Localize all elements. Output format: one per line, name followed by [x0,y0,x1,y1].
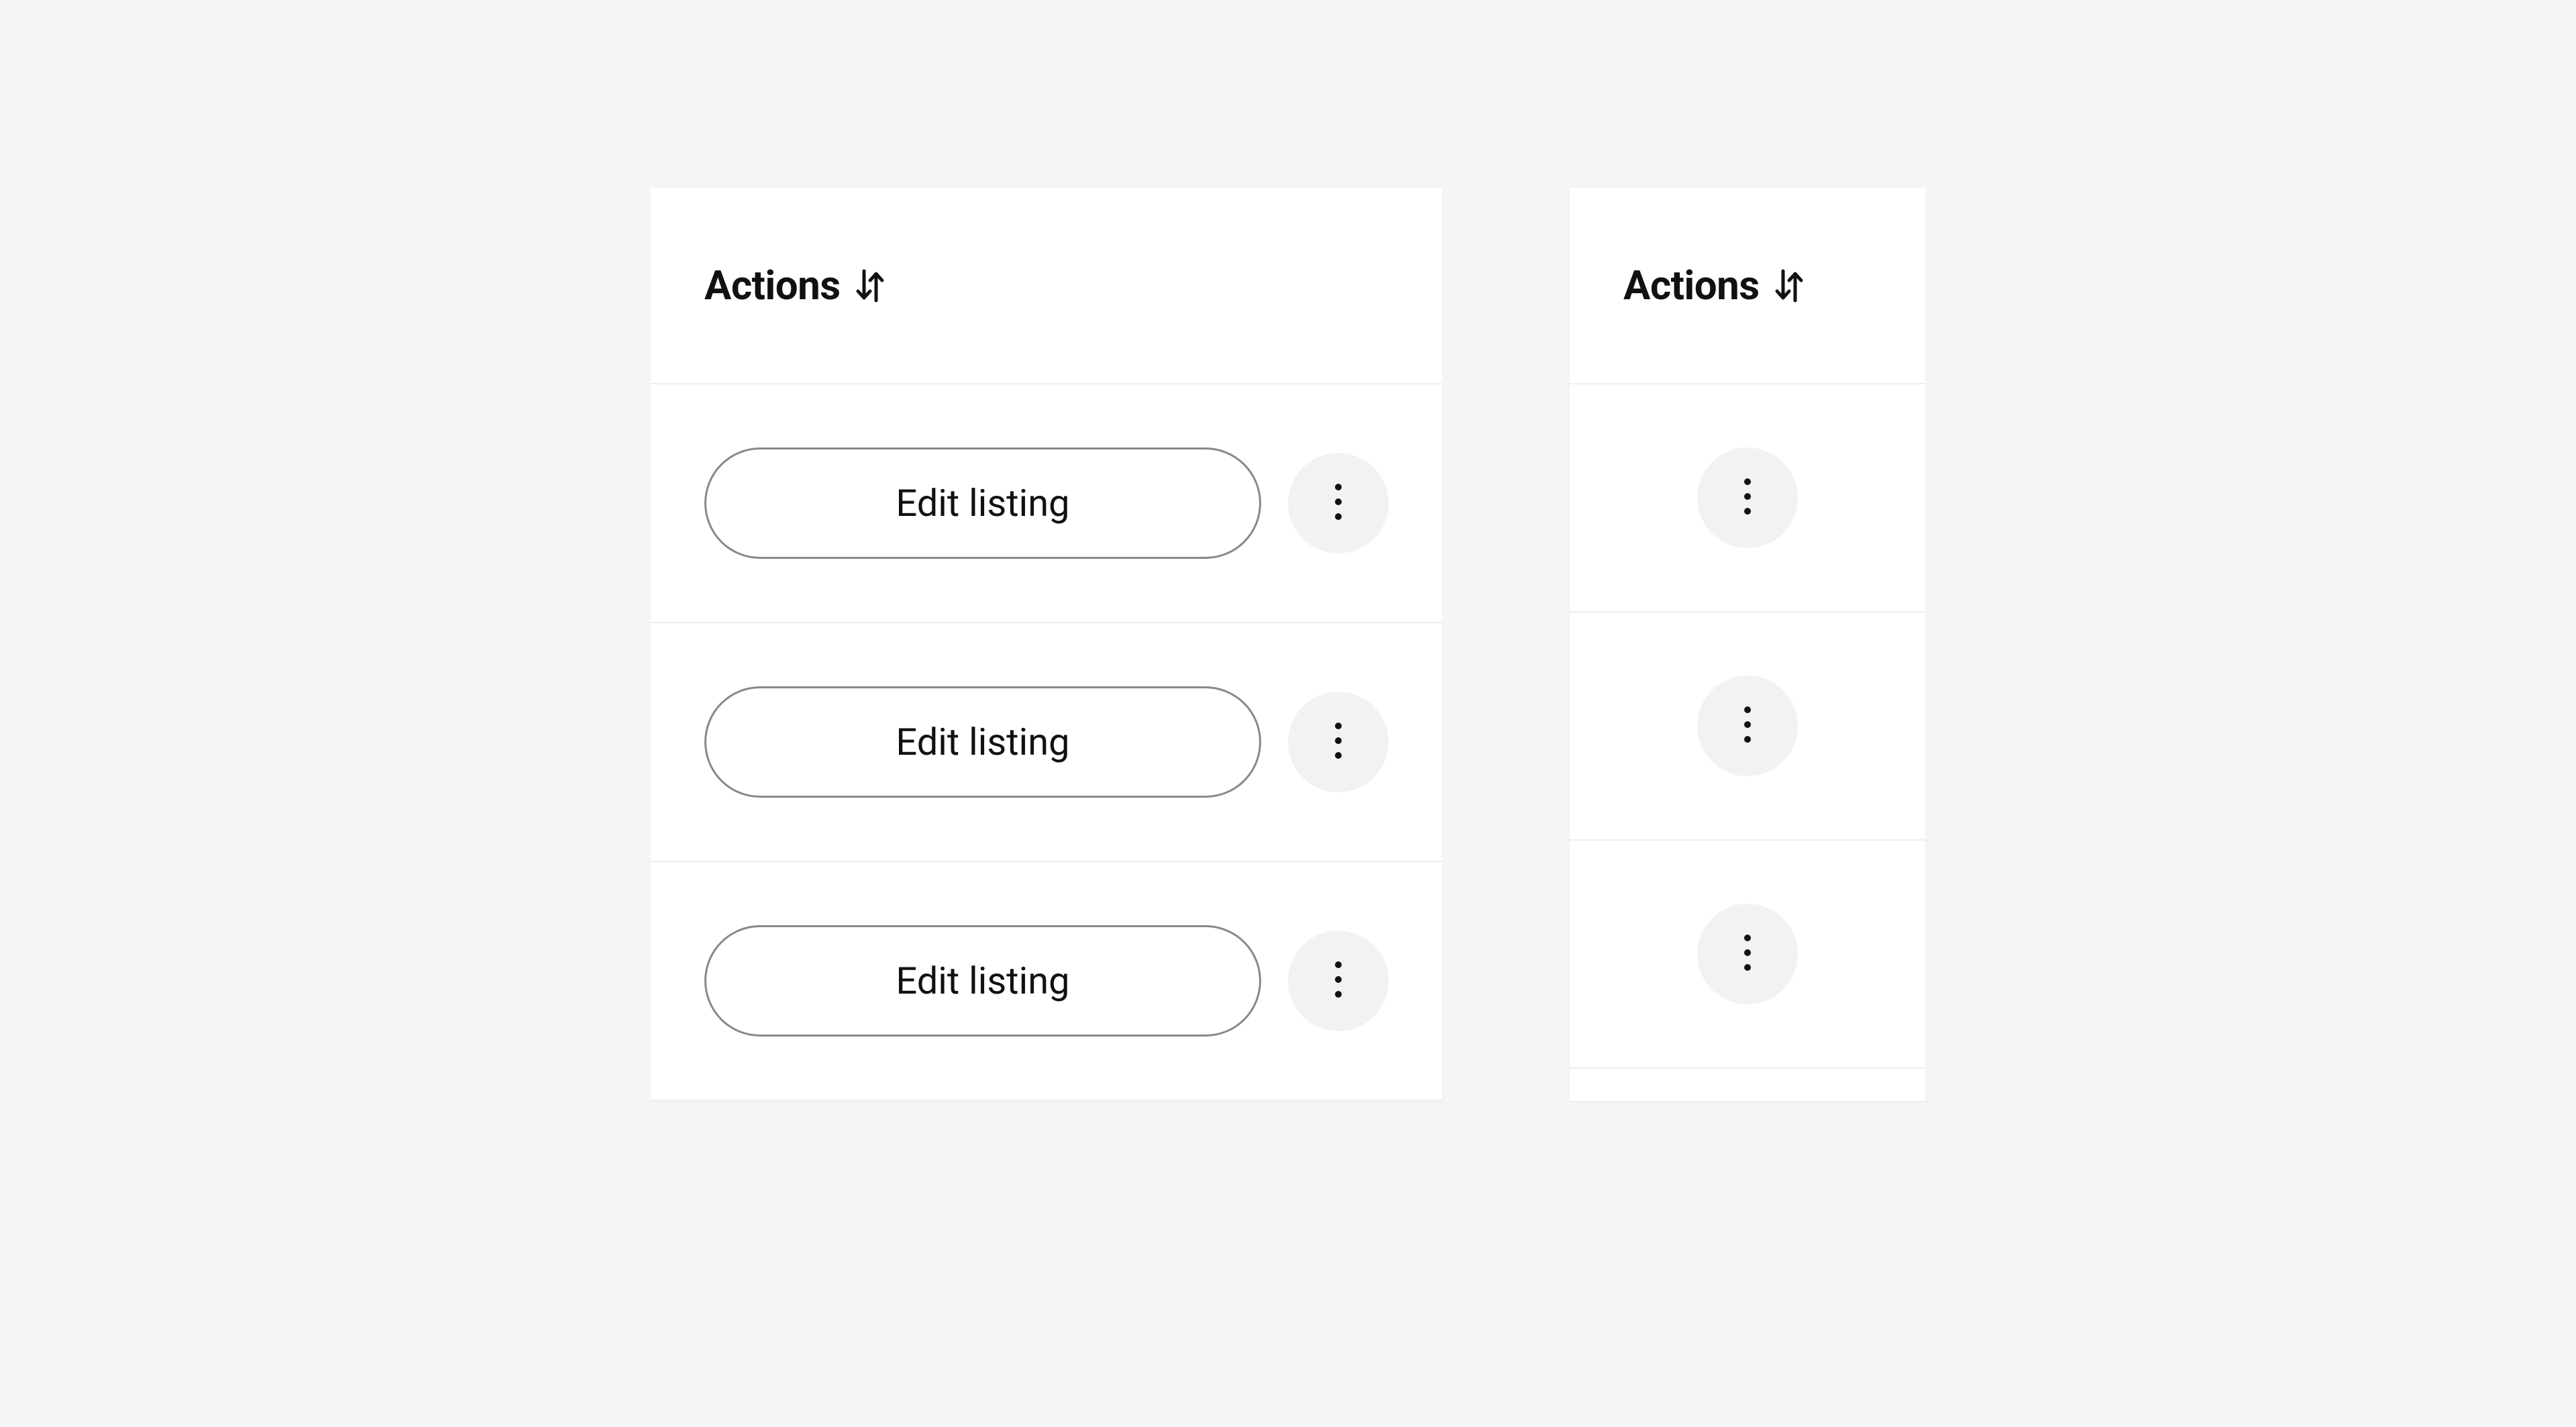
edit-listing-button-label: Edit listing [896,959,1069,1003]
actions-column-wide: Actions Edit listing [651,188,1442,1101]
table-row [1570,613,1925,841]
more-vertical-icon [1334,959,1342,1002]
overflow-menu-button[interactable] [1288,692,1389,792]
more-vertical-icon [1334,721,1342,763]
table-row: Edit listing [651,862,1442,1101]
edit-listing-button-label: Edit listing [896,720,1069,764]
table-row: Edit listing [651,384,1442,623]
actions-column-narrow: Actions [1570,188,1925,1101]
edit-listing-button[interactable]: Edit listing [704,925,1261,1037]
edit-listing-button[interactable]: Edit listing [704,686,1261,798]
column-header[interactable]: Actions [651,188,1442,384]
column-header[interactable]: Actions [1570,188,1925,384]
more-vertical-icon [1743,476,1752,519]
edit-listing-button-label: Edit listing [896,481,1069,525]
table-row [1570,841,1925,1069]
sort-icon [1774,267,1804,305]
more-vertical-icon [1743,933,1752,975]
overflow-menu-button[interactable] [1697,904,1798,1004]
columns-wrapper: Actions Edit listing [651,188,1925,1101]
more-vertical-icon [1743,704,1752,747]
column-header-label: Actions [704,262,841,309]
more-vertical-icon [1334,482,1342,525]
table-row: Edit listing [651,623,1442,862]
overflow-menu-button[interactable] [1288,931,1389,1031]
column-header-label: Actions [1623,262,1760,309]
sort-icon [855,267,885,305]
edit-listing-button[interactable]: Edit listing [704,447,1261,559]
overflow-menu-button[interactable] [1288,453,1389,553]
overflow-menu-button[interactable] [1697,447,1798,548]
table-row [1570,384,1925,613]
overflow-menu-button[interactable] [1697,676,1798,776]
